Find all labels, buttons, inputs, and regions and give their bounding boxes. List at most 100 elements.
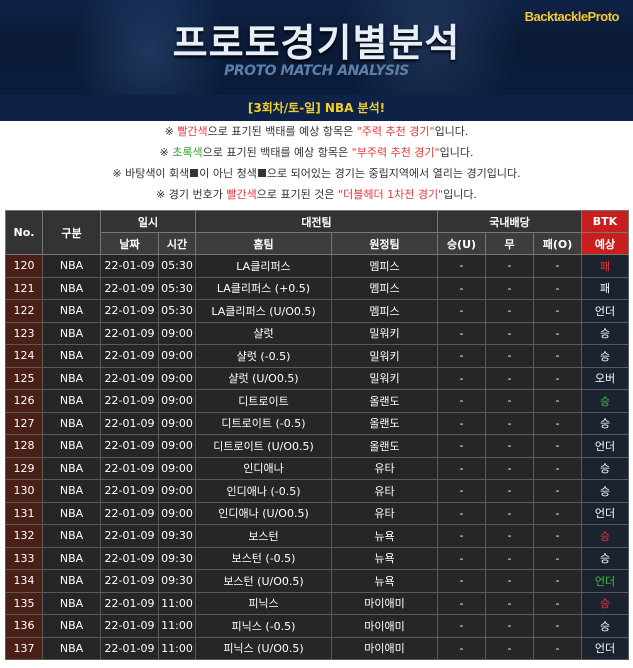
note-highlight: 빨간색 <box>226 188 257 201</box>
col-header-lose: 패(O) <box>533 232 582 255</box>
match-time: 09:00 <box>158 366 196 390</box>
match-type: NBA <box>42 546 101 570</box>
table-row[interactable]: 129 NBA 22-01-09 09:00 인디애나 유타 - - - 승 <box>5 456 629 480</box>
odds-win: - <box>437 366 486 390</box>
table-header-row: No. 구분 일시 대전팀 국내배당 BTK <box>5 210 629 255</box>
btk-prediction: 승 <box>581 344 629 368</box>
odds-draw: - <box>485 479 534 503</box>
match-type: NBA <box>42 276 101 300</box>
note-quote: "주력 추천 경기" <box>356 125 435 138</box>
brand-logo[interactable]: BacktackleProto <box>525 9 620 24</box>
match-number: 126 <box>5 389 43 413</box>
note-highlight: 빨간색 <box>177 125 208 138</box>
odds-draw: - <box>485 614 534 638</box>
btk-prediction: 승 <box>581 411 629 435</box>
away-team: 뉴욕 <box>331 569 438 593</box>
away-team: 뉴욕 <box>331 524 438 548</box>
odds-draw: - <box>485 411 534 435</box>
match-number: 125 <box>5 366 43 390</box>
odds-lose: - <box>533 569 582 593</box>
away-team: 올랜도 <box>331 389 438 413</box>
col-header-btk: BTK <box>581 210 629 233</box>
odds-win: - <box>437 434 486 458</box>
table-row[interactable]: 124 NBA 22-01-09 09:00 샬럿 (-0.5) 밀워키 - - - 승 <box>5 344 629 368</box>
note-quote: "부주력 추천 경기" <box>351 146 440 159</box>
odds-lose: - <box>533 524 582 548</box>
col-header-date: 날짜 <box>100 232 159 255</box>
table-row[interactable]: 133 NBA 22-01-09 09:30 보스턴 (-0.5) 뉴욕 - - - 승 <box>5 546 629 570</box>
odds-win: - <box>437 344 486 368</box>
away-team: 올랜도 <box>331 434 438 458</box>
away-team: 멤피스 <box>331 254 438 278</box>
away-team: 마이애미 <box>331 614 438 638</box>
note-text: 입니다. <box>434 125 469 138</box>
odds-lose: - <box>533 546 582 570</box>
odds-draw: - <box>485 276 534 300</box>
match-type: NBA <box>42 254 101 278</box>
home-team: 인디애나 (U/O0.5) <box>195 501 332 525</box>
note-text: ※ <box>159 146 173 159</box>
match-type: NBA <box>42 299 101 323</box>
table-row[interactable]: 132 NBA 22-01-09 09:30 보스턴 뉴욕 - - - 승 <box>5 524 629 548</box>
note-text: 으로 되어있는 경기는 중립지역에서 열리는 경기입니다. <box>266 167 521 180</box>
match-time: 09:00 <box>158 389 196 413</box>
btk-prediction: 언더 <box>581 569 629 593</box>
odds-lose: - <box>533 411 582 435</box>
away-team: 멤피스 <box>331 299 438 323</box>
odds-win: - <box>437 411 486 435</box>
btk-prediction: 오버 <box>581 366 629 390</box>
odds-draw: - <box>485 299 534 323</box>
match-type: NBA <box>42 614 101 638</box>
btk-prediction: 승 <box>581 614 629 638</box>
btk-prediction: 패 <box>581 276 629 300</box>
away-team: 마이애미 <box>331 636 438 660</box>
col-header-prediction: 예상 <box>581 232 629 255</box>
table-row[interactable]: 123 NBA 22-01-09 09:00 샬럿 밀워키 - - - 승 <box>5 321 629 345</box>
note-text: 으로 표기된 백태를 예상 항목은 <box>207 125 357 138</box>
table-row[interactable]: 135 NBA 22-01-09 11:00 피닉스 마이애미 - - - 승 <box>5 591 629 615</box>
match-time: 11:00 <box>158 636 196 660</box>
table-row[interactable]: 128 NBA 22-01-09 09:00 디트로이트 (U/O0.5) 올랜도 - - - 언… <box>5 434 629 458</box>
odds-win: - <box>437 569 486 593</box>
match-type: NBA <box>42 524 101 548</box>
note-main-pick: ※ 빨간색으로 표기된 백태를 예상 항목은 "주력 추천 경기"입니다. <box>5 121 628 142</box>
note-doubleheader: ※ 경기 번호가 빨간색으로 표기된 것은 "더블헤더 1차전 경기"입니다. <box>5 184 628 205</box>
odds-win: - <box>437 299 486 323</box>
square-icon <box>257 169 266 177</box>
odds-win: - <box>437 479 486 503</box>
odds-draw: - <box>485 569 534 593</box>
header-banner: 프로토경기별분석 PROTO MATCH ANALYSIS Backtackle… <box>0 0 633 95</box>
odds-draw: - <box>485 546 534 570</box>
match-number: 122 <box>5 299 43 323</box>
table-body: 120 NBA 22-01-09 05:30 LA클리퍼스 멤피스 - - - 패 121 NBA 22… <box>5 254 629 660</box>
table-row[interactable]: 134 NBA 22-01-09 09:30 보스턴 (U/O0.5) 뉴욕 - - - 언더 <box>5 569 629 593</box>
table-row[interactable]: 131 NBA 22-01-09 09:00 인디애나 (U/O0.5) 유타 - - - 언더 <box>5 501 629 525</box>
odds-draw: - <box>485 321 534 345</box>
away-team: 밀워키 <box>331 344 438 368</box>
table-row[interactable]: 122 NBA 22-01-09 05:30 LA클리퍼스 (U/O0.5) 멤피스 - - -… <box>5 299 629 323</box>
table-row[interactable]: 120 NBA 22-01-09 05:30 LA클리퍼스 멤피스 - - - 패 <box>5 254 629 278</box>
match-type: NBA <box>42 411 101 435</box>
col-header-no: No. <box>5 210 43 255</box>
match-type: NBA <box>42 501 101 525</box>
match-date: 22-01-09 <box>100 479 159 503</box>
table-row[interactable]: 125 NBA 22-01-09 09:00 샬럿 (U/O0.5) 밀워키 - - - 오버 <box>5 366 629 390</box>
table-row[interactable]: 126 NBA 22-01-09 09:00 디트로이트 올랜도 - - - 승 <box>5 389 629 413</box>
btk-prediction: 승 <box>581 456 629 480</box>
match-date: 22-01-09 <box>100 321 159 345</box>
odds-win: - <box>437 501 486 525</box>
table-row[interactable]: 136 NBA 22-01-09 11:00 피닉스 (-0.5) 마이애미 - - - 승 <box>5 614 629 638</box>
match-date: 22-01-09 <box>100 524 159 548</box>
page-subtitle: PROTO MATCH ANALYSIS <box>224 63 409 79</box>
table-row[interactable]: 130 NBA 22-01-09 09:00 인디애나 (-0.5) 유타 - - - 승 <box>5 479 629 503</box>
away-team: 뉴욕 <box>331 546 438 570</box>
table-row[interactable]: 127 NBA 22-01-09 09:00 디트로이트 (-0.5) 올랜도 - - - 승 <box>5 411 629 435</box>
odds-draw: - <box>485 591 534 615</box>
table-row[interactable]: 137 NBA 22-01-09 11:00 피닉스 (U/O0.5) 마이애미 - - - 언더 <box>5 636 629 660</box>
odds-lose: - <box>533 254 582 278</box>
home-team: 디트로이트 (U/O0.5) <box>195 434 332 458</box>
match-time: 05:30 <box>158 299 196 323</box>
odds-draw: - <box>485 636 534 660</box>
table-row[interactable]: 121 NBA 22-01-09 05:30 LA클리퍼스 (+0.5) 멤피스 - - - 패 <box>5 276 629 300</box>
note-quote: "더블헤더 1차전 경기" <box>338 188 444 201</box>
